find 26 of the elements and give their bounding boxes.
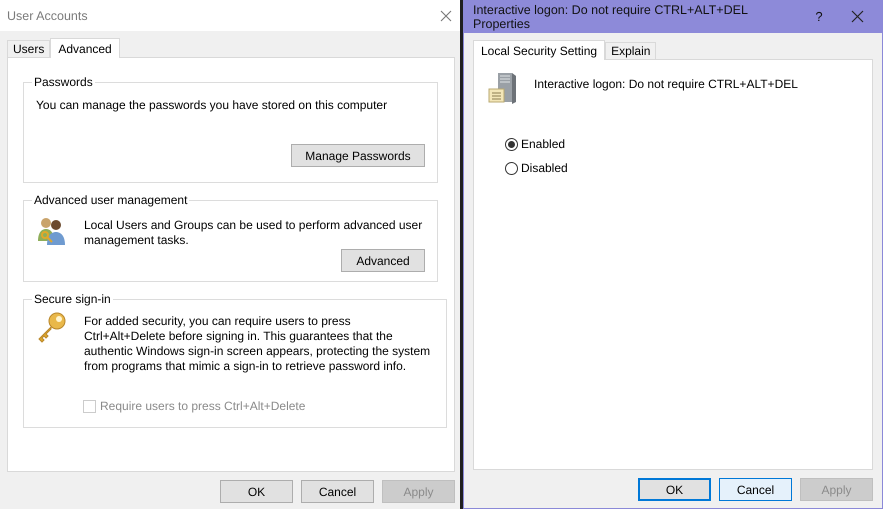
policy-name: Interactive logon: Do not require CTRL+ALT+DEL: [534, 77, 798, 91]
group-label: Advanced user management: [33, 193, 188, 207]
close-icon[interactable]: [851, 10, 864, 23]
key-icon: [36, 311, 68, 343]
advanced-button[interactable]: Advanced: [341, 249, 425, 272]
group-label: Passwords: [33, 75, 94, 89]
description-text: For added security, you can require users to press Ctrl+Alt+Delete before signing in. This guarantees that the authentic Windows sign-in screen appears, protecting the system from programs that mimic a sign-in to retrieve password info.: [84, 314, 432, 374]
tab[interactable]: Advanced: [50, 38, 120, 58]
server-icon: [488, 71, 518, 105]
window-title: Interactive logon: Do not require CTRL+ALT+DEL Properties: [473, 2, 748, 30]
manage-passwords-button[interactable]: Manage Passwords: [291, 144, 425, 167]
description-text: You can manage the passwords you have stored on this computer: [36, 98, 388, 113]
cancel-button[interactable]: Cancel: [719, 478, 792, 501]
ok-button[interactable]: OK: [220, 480, 293, 503]
description-text: Local Users and Groups can be used to perform advanced user management tasks.: [84, 218, 424, 248]
users-icon: [36, 215, 68, 247]
window-title: User Accounts: [7, 8, 88, 22]
ok-button[interactable]: OK: [638, 478, 711, 501]
close-icon[interactable]: [440, 10, 452, 22]
group-label: Secure sign-in: [33, 292, 112, 306]
help-button[interactable]: ?: [799, 9, 839, 24]
cancel-button[interactable]: Cancel: [301, 480, 374, 503]
tab[interactable]: Local Security Setting: [473, 40, 606, 60]
enabled-radio[interactable]: Enabled: [505, 137, 858, 151]
tab[interactable]: Explain: [605, 42, 656, 59]
tab[interactable]: Users: [7, 40, 50, 57]
